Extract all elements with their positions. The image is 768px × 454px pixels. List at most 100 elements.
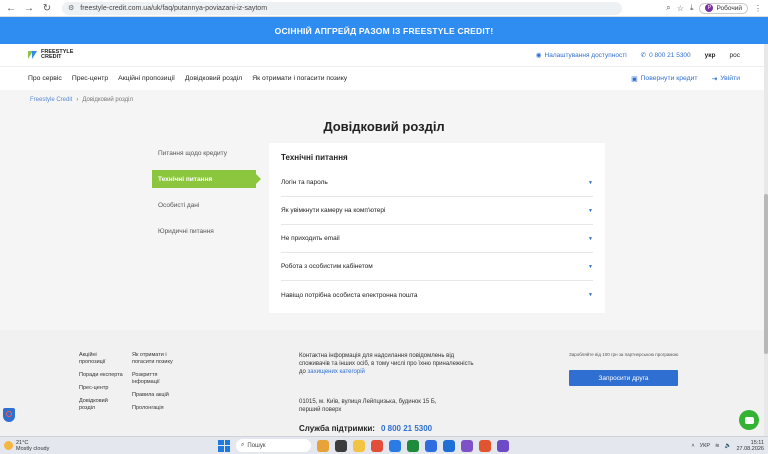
os-taskbar: 21°C Mostly cloudy ⌕ Пошук ˄ УКР ≋ 🔈 15:… bbox=[0, 436, 768, 454]
profile-button[interactable]: Р Робочий bbox=[699, 2, 748, 14]
category-credit[interactable]: Питання щодо кредиту bbox=[152, 140, 256, 166]
footer-link[interactable]: Розкриття інформації bbox=[132, 372, 184, 386]
wifi-icon[interactable]: ≋ bbox=[715, 443, 720, 449]
clock[interactable]: 15:11 27.08.2026 bbox=[736, 440, 764, 452]
category-personal-data[interactable]: Особисті дані bbox=[152, 192, 256, 218]
teams-icon[interactable] bbox=[497, 439, 509, 452]
scrollbar-thumb[interactable] bbox=[764, 194, 768, 354]
outlook-icon[interactable] bbox=[443, 439, 455, 452]
logo-mark-icon bbox=[28, 51, 38, 59]
zoom-icon[interactable]: ⌕ bbox=[666, 3, 670, 13]
invite-friend-button[interactable]: Запросити друга bbox=[569, 370, 678, 386]
footer-link[interactable]: Як отримати і погасити позику bbox=[132, 352, 184, 366]
chat-widget-button[interactable] bbox=[739, 410, 759, 430]
breadcrumb-separator: › bbox=[76, 97, 79, 103]
breadcrumb-home[interactable]: Freestyle Credit bbox=[30, 97, 72, 103]
profile-label: Робочий bbox=[716, 4, 742, 12]
address-bar[interactable]: ⚙ freestyle-credit.com.ua/uk/faq/putanny… bbox=[62, 1, 622, 15]
download-icon[interactable]: ⤓ bbox=[690, 3, 694, 13]
support-line: Служба підтримки: 0 800 21 5300 bbox=[299, 424, 433, 433]
nav-item-how-to[interactable]: Як отримати і погасити позику bbox=[252, 75, 347, 82]
main-nav: Про сервіс Прес-центр Акційні пропозиції… bbox=[0, 66, 768, 90]
windows-start-icon[interactable] bbox=[218, 439, 230, 452]
footer-link[interactable]: Пролонгація bbox=[132, 405, 184, 412]
chevron-down-icon: ▼ bbox=[588, 292, 593, 298]
accessibility-settings-link[interactable]: ◉ Налаштування доступності bbox=[536, 51, 627, 60]
faq-item[interactable]: Не приходить email ▼ bbox=[281, 225, 593, 253]
bookmark-star-icon[interactable]: ☆ bbox=[677, 4, 684, 13]
back-icon[interactable]: ← bbox=[4, 1, 18, 15]
category-legal[interactable]: Юридичні питання bbox=[152, 218, 256, 244]
footer-link[interactable]: Прес-центр bbox=[79, 385, 123, 392]
chevron-up-icon[interactable]: ˄ bbox=[691, 443, 694, 449]
viber-icon[interactable] bbox=[461, 439, 473, 452]
volume-icon[interactable]: 🔈 bbox=[725, 443, 732, 449]
taskbar-app-icon[interactable] bbox=[317, 439, 329, 452]
nav-item-promotions[interactable]: Акційні пропозиції bbox=[118, 75, 175, 82]
taskbar-search[interactable]: ⌕ Пошук bbox=[236, 439, 311, 452]
nav-item-about[interactable]: Про сервіс bbox=[28, 75, 62, 82]
nav-item-press[interactable]: Прес-центр bbox=[72, 75, 108, 82]
repay-credit-link[interactable]: ▣ Повернути кредит bbox=[631, 75, 697, 83]
promo-banner[interactable]: ОСІННІЙ АПГРЕЙД РАЗОМ ІЗ FREESTYLE CREDI… bbox=[0, 17, 768, 44]
taskbar-app-icon[interactable] bbox=[335, 439, 347, 452]
footer-link[interactable]: Правила акцій bbox=[132, 392, 184, 399]
taskbar-app-icon[interactable] bbox=[407, 439, 419, 452]
folder-icon[interactable] bbox=[353, 439, 365, 452]
security-shield-icon[interactable] bbox=[3, 408, 15, 422]
chevron-down-icon: ▼ bbox=[588, 179, 593, 186]
chevron-down-icon: ▼ bbox=[588, 235, 593, 242]
site-info-icon[interactable]: ⚙ bbox=[68, 4, 74, 12]
chat-icon bbox=[744, 416, 754, 424]
search-icon: ⌕ bbox=[241, 442, 245, 448]
footer-link[interactable]: Поради експерта bbox=[79, 372, 123, 379]
url-text: freestyle-credit.com.ua/uk/faq/putannya-… bbox=[80, 4, 268, 12]
faq-panel-title: Технічні питання bbox=[281, 153, 348, 162]
menu-dots-icon[interactable]: ⋮ bbox=[754, 4, 762, 13]
footer-col-2: Як отримати і погасити позику Розкриття … bbox=[132, 352, 184, 418]
chrome-icon[interactable] bbox=[479, 439, 491, 452]
edge-icon[interactable] bbox=[389, 439, 401, 452]
avatar: Р bbox=[705, 4, 714, 12]
breadcrumb: Freestyle Credit › Довідковий розділ bbox=[30, 97, 133, 103]
system-tray: ˄ УКР ≋ 🔈 15:11 27.08.2026 bbox=[691, 440, 764, 452]
chevron-down-icon: ▼ bbox=[588, 263, 593, 270]
reload-icon[interactable]: ↻ bbox=[40, 1, 54, 15]
taskbar-app-icon[interactable] bbox=[371, 439, 383, 452]
support-phone-link[interactable]: 0 800 21 5300 bbox=[381, 424, 432, 433]
faq-category-menu: Питання щодо кредиту Технічні питання Ос… bbox=[152, 140, 261, 244]
browser-toolbar: ← → ↻ ⚙ freestyle-credit.com.ua/uk/faq/p… bbox=[0, 0, 768, 17]
faq-item[interactable]: Як увімкнути камеру на комп'ютері ▼ bbox=[281, 197, 593, 225]
phone-icon: ✆ bbox=[640, 52, 647, 59]
site-footer: Акційні пропозиції Поради експерта Прес-… bbox=[0, 330, 768, 436]
faq-item[interactable]: Робота з особистим кабінетом ▼ bbox=[281, 253, 593, 281]
footer-link[interactable]: Акційні пропозиції bbox=[79, 352, 123, 366]
faq-panel: Технічні питання Логін та пароль ▼ Як ув… bbox=[269, 143, 605, 313]
forward-icon[interactable]: → bbox=[22, 1, 36, 15]
faq-item[interactable]: Логін та пароль ▼ bbox=[281, 169, 593, 197]
lang-uk[interactable]: укр bbox=[705, 52, 716, 59]
weather-widget[interactable]: 21°C Mostly cloudy bbox=[4, 440, 124, 452]
login-link[interactable]: ⇥ Увійти bbox=[712, 75, 740, 83]
chevron-down-icon: ▼ bbox=[588, 207, 593, 214]
breadcrumb-current: Довідковий розділ bbox=[82, 97, 133, 103]
taskbar-app-icon[interactable] bbox=[425, 439, 437, 452]
footer-address: 01015, м. Київ, вулиця Лейпцизька, будин… bbox=[299, 399, 437, 413]
lang-ru[interactable]: рос bbox=[730, 52, 740, 59]
page-scrollbar[interactable] bbox=[764, 44, 768, 436]
protected-categories-link[interactable]: захищених категорій bbox=[308, 369, 365, 375]
weather-icon bbox=[4, 441, 13, 450]
tray-lang[interactable]: УКР bbox=[700, 443, 710, 449]
site-header: FREESTYLE CREDIT ◉ Налаштування доступно… bbox=[0, 44, 768, 66]
wallet-icon: ▣ bbox=[631, 75, 638, 83]
footer-link[interactable]: Довідковий розділ bbox=[79, 398, 123, 412]
page-title: Довідковий розділ bbox=[323, 119, 445, 134]
nav-item-help[interactable]: Довідковий розділ bbox=[185, 75, 242, 82]
logo-line2: CREDIT bbox=[41, 54, 62, 60]
faq-item[interactable]: Навіщо потрібна особиста електронна пошт… bbox=[281, 281, 593, 309]
login-icon: ⇥ bbox=[711, 75, 718, 83]
site-logo[interactable]: FREESTYLE CREDIT bbox=[28, 49, 73, 61]
footer-col-1: Акційні пропозиції Поради експерта Прес-… bbox=[79, 352, 123, 418]
category-technical[interactable]: Технічні питання bbox=[152, 170, 261, 188]
header-phone-link[interactable]: ✆ 0 800 21 5300 bbox=[640, 51, 691, 60]
